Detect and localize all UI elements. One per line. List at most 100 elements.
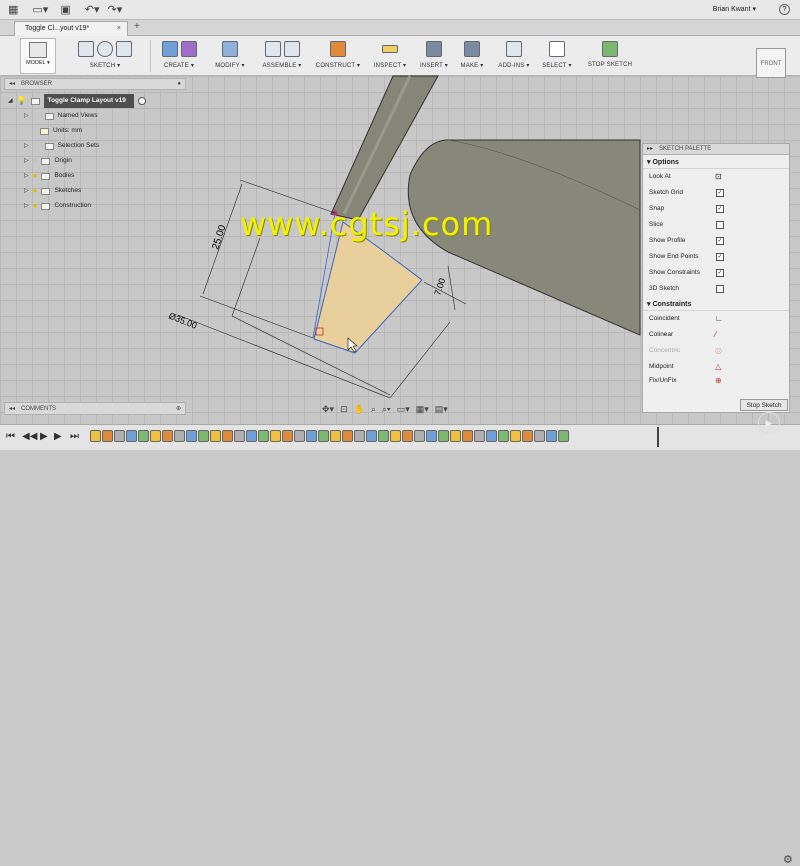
constraints-section[interactable]: ▾ Constraints xyxy=(643,299,789,311)
collapse-icon[interactable]: ▸▸ xyxy=(647,144,653,154)
browser-item-sketches[interactable]: ▷ ● Sketches xyxy=(24,184,81,198)
zoom-icon[interactable]: ⌕ xyxy=(371,404,376,415)
timeline-feature-icon[interactable] xyxy=(126,430,137,442)
timeline-feature-icon[interactable] xyxy=(246,430,257,442)
go-to-start-icon[interactable]: ⏮ xyxy=(6,431,15,442)
constraint-coincident[interactable]: Coincident ∟ xyxy=(643,311,789,327)
timeline-feature-icon[interactable] xyxy=(402,430,413,442)
option-show-end-points[interactable]: Show End Points ✓ xyxy=(643,249,789,265)
timeline-feature-icon[interactable] xyxy=(330,430,341,442)
orbit-icon[interactable]: ✥▾ xyxy=(322,404,334,415)
option-show-profile[interactable]: Show Profile ✓ xyxy=(643,233,789,249)
look-at-icon[interactable]: ⊡ xyxy=(715,169,722,185)
timeline-feature-icon[interactable] xyxy=(522,430,533,442)
timeline-feature-icon[interactable] xyxy=(198,430,209,442)
3d-sketch-checkbox[interactable] xyxy=(716,285,724,293)
timeline-feature-icon[interactable] xyxy=(186,430,197,442)
browser-item-bodies[interactable]: ▷ ● Bodies xyxy=(24,169,74,183)
constraint-fix-unfix[interactable]: Fix/UnFix ⊕ xyxy=(643,375,789,384)
timeline-feature-icon[interactable] xyxy=(90,430,101,442)
step-forward-icon[interactable]: ▶ xyxy=(54,431,62,442)
browser-item-construction[interactable]: ▷ ● Construction xyxy=(24,199,91,213)
timeline-feature-icon[interactable] xyxy=(510,430,521,442)
timeline-feature-icon[interactable] xyxy=(234,430,245,442)
collapse-icon[interactable]: ◂◂ xyxy=(9,79,15,90)
expand-triangle-icon[interactable]: ▷ xyxy=(24,154,29,168)
timeline-feature-icon[interactable] xyxy=(150,430,161,442)
show-end-points-checkbox[interactable]: ✓ xyxy=(716,253,724,261)
visibility-bulb-icon[interactable]: ○ xyxy=(33,154,38,168)
visibility-bulb-icon[interactable]: ● xyxy=(33,184,38,198)
snap-checkbox[interactable]: ✓ xyxy=(716,205,724,213)
browser-root[interactable]: ◢ 💡 Toggle Clamp Layout v19 xyxy=(8,94,146,108)
browser-header[interactable]: ◂◂ BROWSER ● xyxy=(4,78,186,90)
timeline-feature-icon[interactable] xyxy=(306,430,317,442)
options-section[interactable]: ▾ Options xyxy=(643,157,789,169)
timeline-feature-icon[interactable] xyxy=(294,430,305,442)
timeline-feature-icon[interactable] xyxy=(378,430,389,442)
grid-settings-icon[interactable]: ▦▾ xyxy=(416,404,429,415)
timeline-feature-icon[interactable] xyxy=(282,430,293,442)
collapse-icon[interactable]: ◂◂ xyxy=(9,403,15,415)
timeline-feature-icon[interactable] xyxy=(318,430,329,442)
display-settings-icon[interactable]: ▭▾ xyxy=(397,404,410,415)
browser-item-named-views[interactable]: ▷ Named Views xyxy=(24,109,98,123)
comments-panel[interactable]: ◂◂ COMMENTS ⊕ xyxy=(4,402,186,415)
add-comment-icon[interactable]: ⊕ xyxy=(176,403,181,415)
timeline-feature-icon[interactable] xyxy=(258,430,269,442)
browser-item-selection-sets[interactable]: ▷ Selection Sets xyxy=(24,139,99,153)
constraint-colinear[interactable]: Colinear ⁄ xyxy=(643,327,789,343)
expand-triangle-icon[interactable]: ▷ xyxy=(24,199,29,213)
palette-header[interactable]: ▸▸ SKETCH PALETTE xyxy=(643,144,789,155)
browser-item-units[interactable]: Units: mm xyxy=(40,124,82,138)
timeline-marker[interactable] xyxy=(657,427,659,447)
option-snap[interactable]: Snap ✓ xyxy=(643,201,789,217)
viewcube[interactable]: FRONT xyxy=(756,48,786,78)
slice-checkbox[interactable] xyxy=(716,221,724,229)
timeline-feature-icon[interactable] xyxy=(414,430,425,442)
timeline-feature-icon[interactable] xyxy=(270,430,281,442)
viewports-icon[interactable]: ▤▾ xyxy=(435,404,448,415)
timeline-feature-icon[interactable] xyxy=(474,430,485,442)
timeline-feature-icon[interactable] xyxy=(486,430,497,442)
timeline-feature-icon[interactable] xyxy=(162,430,173,442)
visibility-bulb-icon[interactable]: ● xyxy=(33,199,38,213)
pan-hand-icon[interactable]: ✋ xyxy=(354,404,365,415)
look-at-nav-icon[interactable]: ⊡ xyxy=(340,404,348,415)
show-profile-checkbox[interactable]: ✓ xyxy=(716,237,724,245)
option-look-at[interactable]: Look At ⊡ xyxy=(643,169,789,185)
expand-triangle-icon[interactable]: ▷ xyxy=(24,139,29,153)
gear-icon[interactable]: ⚙ xyxy=(783,853,793,866)
option-3d-sketch[interactable]: 3D Sketch xyxy=(643,281,789,297)
timeline-feature-icon[interactable] xyxy=(558,430,569,442)
timeline-feature-icon[interactable] xyxy=(546,430,557,442)
timeline-feature-icon[interactable] xyxy=(534,430,545,442)
timeline-feature-icon[interactable] xyxy=(354,430,365,442)
zoom-window-icon[interactable]: ⌕▾ xyxy=(382,404,391,415)
activate-radio-icon[interactable] xyxy=(137,97,146,105)
timeline-feature-icon[interactable] xyxy=(174,430,185,442)
timeline-feature-icon[interactable] xyxy=(102,430,113,442)
go-to-end-icon[interactable]: ⏭ xyxy=(70,431,79,442)
timeline-track[interactable] xyxy=(90,430,660,444)
collapse-triangle-icon[interactable]: ◢ xyxy=(8,94,13,108)
timeline-feature-icon[interactable] xyxy=(426,430,437,442)
expand-triangle-icon[interactable]: ▷ xyxy=(24,184,29,198)
timeline-feature-icon[interactable] xyxy=(138,430,149,442)
visibility-bulb-icon[interactable]: 💡 xyxy=(17,94,27,108)
timeline-feature-icon[interactable] xyxy=(498,430,509,442)
constraint-midpoint[interactable]: Midpoint △ xyxy=(643,359,789,375)
option-slice[interactable]: Slice xyxy=(643,217,789,233)
timeline-feature-icon[interactable] xyxy=(462,430,473,442)
show-constraints-checkbox[interactable]: ✓ xyxy=(716,269,724,277)
sketch-grid-checkbox[interactable]: ✓ xyxy=(716,189,724,197)
browser-item-origin[interactable]: ▷ ○ Origin xyxy=(24,154,72,168)
timeline-feature-icon[interactable] xyxy=(342,430,353,442)
timeline-feature-icon[interactable] xyxy=(450,430,461,442)
visibility-bulb-icon[interactable]: ● xyxy=(33,169,38,183)
constraint-concentric[interactable]: Concentric ◎ xyxy=(643,343,789,359)
play-icon[interactable]: ▶ xyxy=(40,431,48,442)
pin-icon[interactable]: ● xyxy=(177,79,181,90)
option-sketch-grid[interactable]: Sketch Grid ✓ xyxy=(643,185,789,201)
expand-triangle-icon[interactable]: ▷ xyxy=(24,109,29,123)
